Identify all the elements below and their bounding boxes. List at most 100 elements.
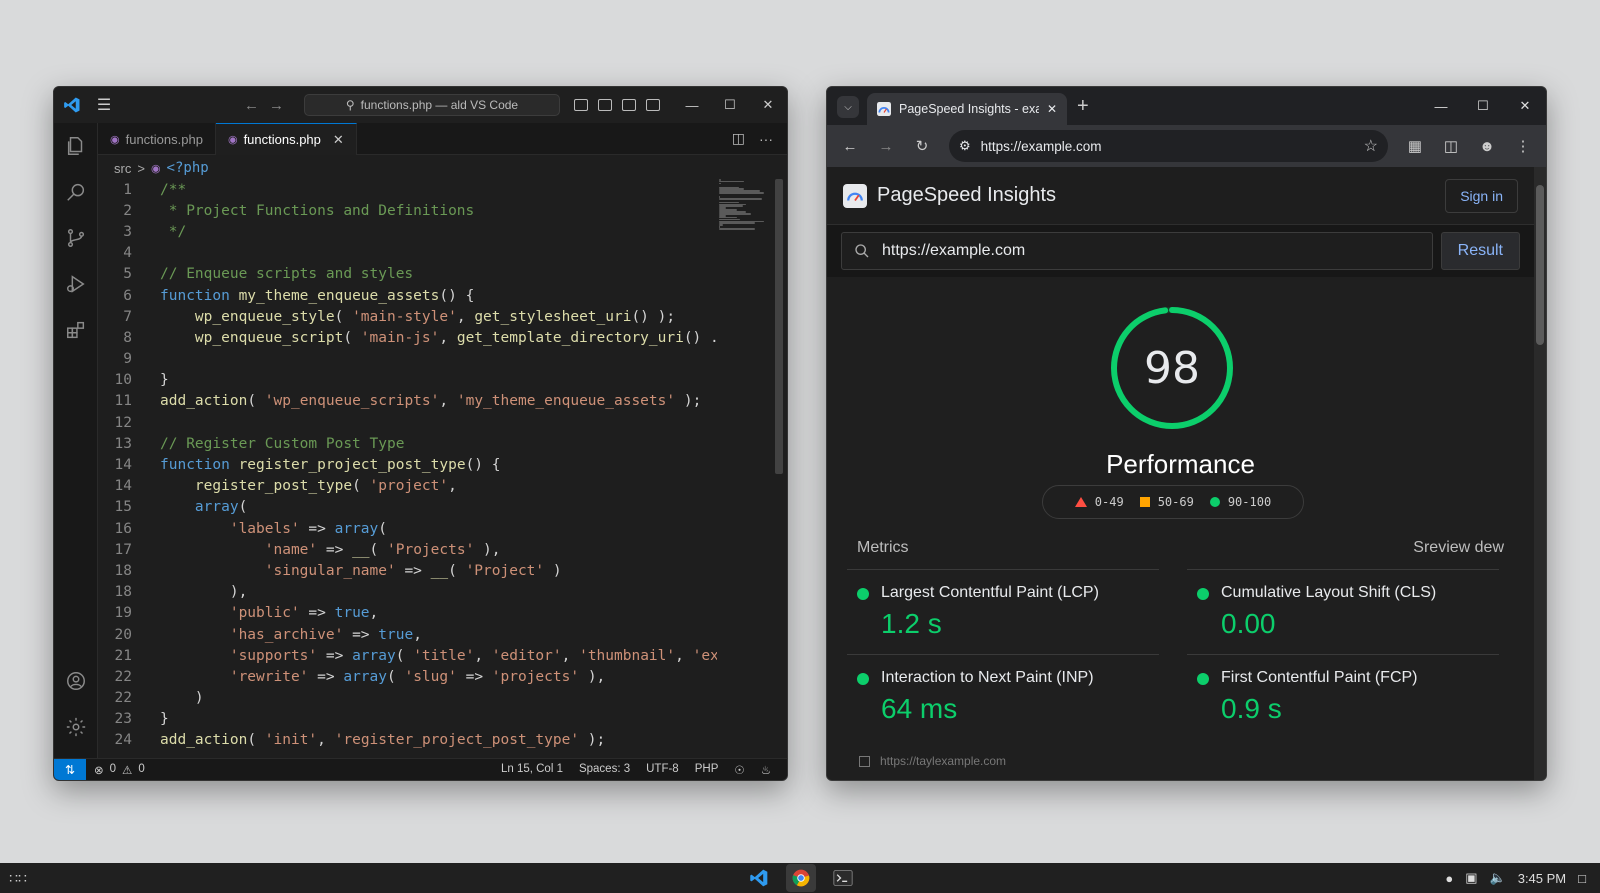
command-center[interactable]: ⚲ functions.php — ald VS Code [304,94,560,116]
minimap[interactable] [719,179,773,239]
code-line[interactable]: 2 * Project Functions and Definitions [98,200,717,221]
code-line[interactable]: 22 'rewrite' => array( 'slug' => 'projec… [98,666,717,687]
tab-search-chevron-icon[interactable]: ⌵ [837,96,859,118]
code-line[interactable]: 12 [98,412,717,433]
code-line[interactable]: 20 'has_archive' => true, [98,624,717,645]
toggle-sidebar-icon[interactable] [574,99,588,111]
code-line[interactable]: 3 */ [98,221,717,242]
code-line[interactable]: 24 add_action( 'init', 'register_project_… [98,730,717,751]
explorer-icon[interactable] [54,123,98,169]
code-line[interactable]: 21 'supports' => array( 'title', 'editor… [98,645,717,666]
code-line[interactable]: 13 // Register Custom Post Type [98,433,717,454]
code-line[interactable]: 18 'singular_name' => __( 'Project' ) [98,560,717,581]
breadcrumb-symbol[interactable]: <?php [167,160,209,176]
chrome-taskbar-icon[interactable] [786,864,816,892]
maximize-icon[interactable]: ☐ [711,87,749,123]
search-icon[interactable] [54,169,98,215]
encoding[interactable]: UTF-8 [646,763,679,777]
split-editor-icon[interactable]: ◫ [732,130,745,147]
page-scrollbar[interactable] [1534,167,1546,780]
remote-indicator-icon[interactable]: ⇅ [54,758,86,780]
minimize-icon[interactable]: — [673,87,711,123]
feedback-icon[interactable]: ☉ [734,763,744,777]
profile-avatar-icon[interactable]: ☻ [1472,131,1502,161]
tab-functions-php-2[interactable]: ◉ functions.php ✕ [215,123,357,155]
tab-functions-php-1[interactable]: ◉ functions.php [98,123,216,155]
address-bar[interactable]: ⚙ https://example.com ☆ [949,130,1388,162]
close-tab-icon[interactable]: ✕ [333,132,344,148]
back-arrow-icon[interactable]: ← [835,131,865,161]
code-line[interactable]: 19 'public' => true, [98,603,717,624]
maximize-icon[interactable]: ☐ [1462,87,1504,125]
code-line[interactable]: 16 'labels' => array( [98,518,717,539]
tray-app-icon[interactable]: ● [1445,871,1453,886]
vscode-taskbar-icon[interactable] [744,864,774,892]
run-debug-icon[interactable] [54,261,98,307]
more-actions-icon[interactable]: ··· [759,131,773,147]
customize-layout-icon[interactable] [646,99,660,111]
code-line[interactable]: 7 wp_enqueue_style( 'main-style', get_st… [98,306,717,327]
settings-gear-icon[interactable] [54,704,98,750]
close-tab-icon[interactable]: ✕ [1047,102,1057,116]
notifications-icon[interactable]: □ [1578,871,1586,886]
editor-scrollbar[interactable] [775,179,783,474]
menu-icon[interactable]: ☰ [90,87,118,123]
site-settings-icon[interactable]: ⚙ [959,138,971,154]
extensions-puzzle-icon[interactable]: ▦ [1400,131,1430,161]
bookmark-star-icon[interactable]: ☆ [1364,136,1378,156]
forward-arrow-icon[interactable]: → [269,97,284,114]
code-line[interactable]: 15 array( [98,497,717,518]
code-line[interactable]: 8 wp_enqueue_script( 'main-js', get_temp… [98,327,717,348]
code-line[interactable]: 1 /** [98,179,717,200]
code-line[interactable]: 18 ), [98,582,717,603]
code-line[interactable]: 17 'name' => __( 'Projects' ), [98,539,717,560]
code-line[interactable]: 6 function my_theme_enqueue_assets() { [98,285,717,306]
url-input[interactable]: https://example.com [841,232,1433,270]
reload-icon[interactable]: ↻ [907,131,937,161]
extensions-icon[interactable] [54,307,98,353]
code-line[interactable]: 9 [98,349,717,370]
language-mode[interactable]: PHP [695,763,719,777]
clock-time[interactable]: 3:45 PM [1518,871,1566,886]
problems-indicator[interactable]: ⊗ 0 ⚠ 0 [86,763,145,777]
vscode-logo-icon[interactable] [54,87,90,123]
account-icon[interactable] [54,658,98,704]
taskbar: ∷∷ ● ▣ 🔈 3:45 PM □ [0,863,1600,893]
side-panel-icon[interactable]: ◫ [1436,131,1466,161]
network-icon[interactable]: ▣ [1465,870,1477,886]
code-line[interactable]: 11 add_action( 'wp_enqueue_scripts', 'my_… [98,391,717,412]
code-line[interactable]: 14 function register_project_post_type() … [98,454,717,475]
volume-icon[interactable]: 🔈 [1490,870,1506,886]
indentation[interactable]: Spaces: 3 [579,763,630,777]
code-line[interactable]: 4 [98,243,717,264]
source-control-icon[interactable] [54,215,98,261]
start-grid-icon[interactable]: ∷∷ [0,863,36,893]
new-tab-plus-icon[interactable]: + [1077,95,1089,118]
code-line[interactable]: 22 ) [98,688,717,709]
code-line[interactable]: 14 register_post_type( 'project', [98,476,717,497]
breadcrumb-folder[interactable]: src [114,161,131,176]
footer-checkbox[interactable] [859,755,870,767]
toggle-secondary-sidebar-icon[interactable] [622,99,636,111]
close-icon[interactable]: ✕ [1504,87,1546,125]
terminal-taskbar-icon[interactable] [828,864,858,892]
code-line[interactable]: 10} [98,370,717,391]
footer-url[interactable]: https://taylexample.com [880,754,1006,768]
code-line[interactable]: 23} [98,709,717,730]
browser-tab-pagespeed[interactable]: PageSpeed Insights - exampl ✕ [867,93,1067,125]
code-editor[interactable]: 1 /** 2 * Project Functions and Definition… [98,179,717,758]
psi-title[interactable]: PageSpeed Insights [877,184,1056,207]
result-button[interactable]: Result [1440,232,1520,270]
back-arrow-icon[interactable]: ← [244,97,259,114]
forward-arrow-icon[interactable]: → [871,131,901,161]
toggle-panel-icon[interactable] [598,99,612,111]
browser-menu-kebab-icon[interactable]: ⋮ [1508,131,1538,161]
scrollbar-thumb[interactable] [1536,185,1544,345]
close-icon[interactable]: ✕ [749,87,787,123]
sign-in-button[interactable]: Sign in [1445,178,1518,213]
notifications-bell-icon[interactable]: ♨ [761,763,771,777]
minimize-icon[interactable]: — [1420,87,1462,125]
code-line[interactable]: 5 // Enqueue scripts and styles [98,264,717,285]
metrics-view-link[interactable]: Sreview dew [1413,539,1504,557]
cursor-position[interactable]: Ln 15, Col 1 [501,763,563,777]
